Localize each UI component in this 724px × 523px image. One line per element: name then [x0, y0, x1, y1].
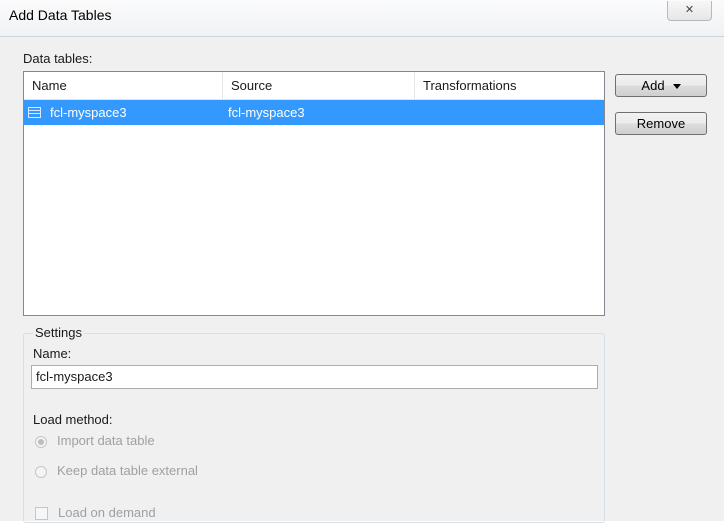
table-row[interactable]: fcl-myspace3 fcl-myspace3 — [24, 100, 604, 125]
add-button-label: Add — [641, 78, 665, 93]
grid-header: Name Source Transformations — [24, 72, 604, 100]
column-header-name[interactable]: Name — [24, 72, 223, 99]
load-method-label: Load method: — [33, 412, 113, 427]
name-input[interactable]: fcl-myspace3 — [31, 365, 598, 389]
table-icon — [28, 107, 41, 118]
title-bar: Add Data Tables ✕ — [0, 0, 724, 36]
load-on-demand-label: Load on demand — [58, 505, 156, 520]
window-title: Add Data Tables — [9, 7, 112, 23]
keep-external-label: Keep data table external — [57, 463, 198, 478]
chevron-down-icon — [672, 84, 681, 90]
column-header-source[interactable]: Source — [223, 72, 415, 99]
remove-button[interactable]: Remove — [615, 112, 707, 135]
close-button[interactable]: ✕ — [667, 1, 712, 21]
row-source: fcl-myspace3 — [228, 105, 305, 120]
remove-button-label: Remove — [636, 116, 686, 131]
settings-group-label: Settings — [33, 325, 84, 340]
keep-external-radio[interactable] — [35, 466, 47, 478]
add-dropdown-button[interactable]: Add — [615, 74, 707, 97]
name-input-value: fcl-myspace3 — [36, 369, 113, 384]
import-data-table-radio[interactable] — [35, 436, 47, 448]
load-on-demand-checkbox[interactable] — [35, 507, 48, 520]
data-tables-grid[interactable]: Name Source Transformations fcl-myspace3… — [23, 71, 605, 316]
column-header-transformations[interactable]: Transformations — [415, 72, 604, 99]
row-name: fcl-myspace3 — [50, 105, 127, 120]
close-icon[interactable]: ✕ — [685, 4, 694, 16]
name-label: Name: — [33, 346, 72, 361]
import-data-table-label: Import data table — [57, 433, 155, 448]
data-tables-label: Data tables: — [23, 51, 93, 66]
settings-group — [23, 333, 605, 523]
